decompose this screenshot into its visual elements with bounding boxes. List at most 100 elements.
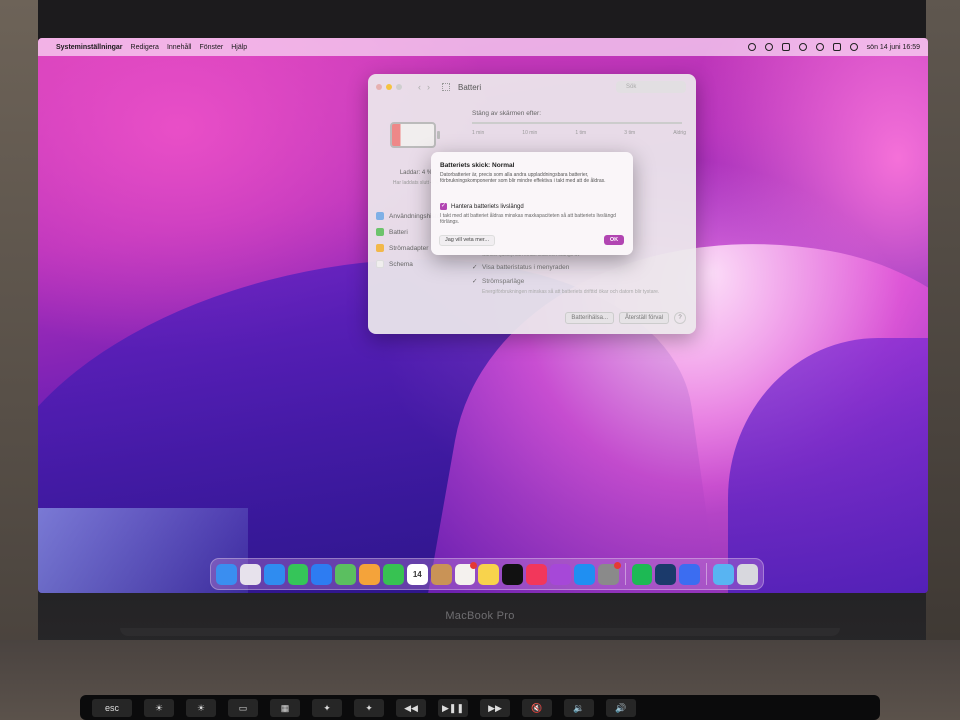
notes-icon[interactable] — [478, 563, 500, 585]
checkmark-icon: ✓ — [472, 264, 478, 271]
mail-icon[interactable] — [311, 563, 333, 585]
dock: 14 — [210, 558, 764, 590]
battery-icon — [376, 228, 384, 236]
help-button[interactable]: ? — [674, 312, 686, 324]
battery-health-button[interactable]: Batterihälsa... — [565, 312, 614, 324]
back-arrow-icon[interactable]: ‹ — [418, 82, 421, 92]
checkbox-checked-icon[interactable]: ✓ — [440, 203, 447, 210]
display-sleep-slider[interactable] — [472, 122, 682, 124]
dock-separator — [706, 563, 708, 585]
wifi-icon[interactable] — [798, 43, 807, 51]
calendar-icon[interactable]: 14 — [406, 563, 428, 585]
sheet-title: Batteriets skick: Normal — [440, 162, 515, 169]
touch-bar-key[interactable]: ◀◀ — [396, 698, 426, 717]
slider-tick: 1 min — [472, 130, 485, 136]
display-sleep-label: Stäng av skärmen efter: — [472, 110, 542, 117]
app-store-icon[interactable] — [573, 563, 595, 585]
manage-battery-longevity-checkbox[interactable]: ✓ Hantera batteriets livslängd — [440, 203, 524, 210]
forward-arrow-icon[interactable]: › — [427, 82, 430, 92]
notification-badge — [613, 561, 621, 569]
nordvpn-icon[interactable] — [679, 563, 701, 585]
checkbox-description: I takt med att batteriet åldras minskas … — [440, 213, 616, 225]
finder-icon[interactable] — [216, 563, 237, 585]
music-icon[interactable] — [526, 563, 548, 585]
restore-defaults-button[interactable]: Återställ förval — [618, 312, 669, 324]
calendar-date-text: 14 — [412, 569, 422, 579]
touch-bar-key[interactable]: ☀ — [144, 698, 174, 717]
slider-tick: 3 tim — [624, 130, 636, 136]
option-label: Visa batteristatus i menyraden — [482, 263, 570, 271]
slider-tick: 10 min — [522, 130, 538, 136]
checkmark-icon: ✓ — [472, 278, 478, 285]
laptop-hinge — [120, 628, 840, 636]
spotify-icon[interactable] — [631, 563, 653, 585]
touch-bar-key[interactable]: ▦ — [270, 698, 300, 717]
window-title: Batteri — [458, 82, 482, 92]
battery-illustration-icon — [390, 122, 440, 148]
minimize-button[interactable] — [386, 84, 392, 90]
zoom-button[interactable] — [396, 84, 402, 90]
calendar-icon — [376, 260, 384, 268]
search-icon[interactable] — [815, 43, 824, 51]
apple-tv-icon[interactable] — [502, 563, 524, 585]
low-power-mode-option[interactable]: ✓ Strömsparläge — [472, 277, 524, 286]
maps-icon[interactable] — [335, 563, 357, 585]
show-all-grid-icon[interactable] — [442, 83, 450, 91]
menu-bar-clock[interactable]: sön 14 juni 16:59 — [867, 44, 920, 51]
battery-icon[interactable] — [781, 43, 790, 51]
facetime-icon[interactable] — [383, 563, 404, 585]
macos-screen: Systeminställningar Redigera Innehåll Fö… — [38, 38, 928, 593]
launchpad-icon[interactable] — [239, 563, 261, 585]
menu-help[interactable]: Hjälp — [231, 44, 247, 51]
sheet-body: Datorbatterier är, precis som alla andra… — [440, 172, 606, 184]
screen-record-icon[interactable] — [747, 43, 756, 51]
chart-icon — [376, 212, 384, 220]
touch-bar-key[interactable]: ▭ — [228, 698, 258, 717]
control-center-icon[interactable] — [832, 43, 841, 51]
sidebar-item-schedule[interactable]: Schema — [376, 256, 447, 272]
checkbox-label: Hantera batteriets livslängd — [451, 203, 524, 210]
touch-bar-key[interactable]: ▶❚❚ — [438, 698, 468, 717]
menu-bar-status-area: sön 14 juni 16:59 — [747, 43, 920, 51]
search-input[interactable]: Sök — [616, 81, 686, 93]
desk-background-left — [0, 0, 38, 640]
learn-more-button[interactable]: Jag vill veta mer... — [439, 235, 496, 246]
slider-ticks: 1 min 10 min 1 tim 3 tim Aldrig — [472, 130, 686, 136]
slider-tick: 1 tim — [575, 130, 587, 136]
option-description: Energiförbrukningen minskas så att batte… — [482, 289, 660, 295]
menu-app-name[interactable]: Systeminställningar — [56, 44, 123, 51]
trash-icon[interactable] — [737, 563, 758, 585]
touch-bar-key[interactable]: 🔉 — [564, 698, 594, 717]
sidebar-item-label: Schema — [389, 260, 413, 268]
podcasts-icon[interactable] — [550, 563, 571, 585]
touch-bar-key[interactable]: 🔇 — [522, 698, 552, 717]
escape-key[interactable]: esc — [92, 698, 132, 717]
ok-button[interactable]: OK — [604, 235, 624, 245]
touch-bar-key[interactable]: ☀ — [186, 698, 216, 717]
menu-edit[interactable]: Redigera — [131, 44, 159, 51]
show-battery-status-option[interactable]: ✓ Visa batteristatus i menyraden — [472, 263, 570, 272]
sidebar-item-label: Batteri — [389, 228, 408, 236]
battery-health-sheet: Batteriets skick: Normal Datorbatterier … — [431, 152, 633, 255]
system-settings-icon[interactable] — [597, 561, 621, 585]
menu-content[interactable]: Innehåll — [167, 44, 192, 51]
touch-bar-key[interactable]: ▶▶ — [480, 698, 510, 717]
messages-icon[interactable] — [287, 563, 309, 585]
notification-badge — [470, 561, 478, 569]
downloads-folder-icon[interactable] — [713, 563, 735, 585]
touch-bar-key[interactable]: ✦ — [312, 698, 342, 717]
touch-bar-key[interactable]: 🔊 — [606, 698, 636, 717]
touch-bar-key[interactable]: ✦ — [354, 698, 384, 717]
photos-icon[interactable] — [359, 563, 381, 585]
menu-window[interactable]: Fönster — [199, 44, 223, 51]
steam-icon[interactable] — [655, 563, 677, 585]
window-titlebar: ‹ › Batteri Sök — [368, 74, 696, 100]
touch-bar: esc ☀ ☀ ▭ ▦ ✦ ✦ ◀◀ ▶❚❚ ▶▶ 🔇 🔉 🔊 — [80, 695, 880, 720]
safari-icon[interactable] — [263, 563, 285, 585]
close-button[interactable] — [376, 84, 382, 90]
reminders-icon[interactable] — [454, 561, 478, 585]
device-brand-label: MacBook Pro — [445, 610, 515, 622]
siri-icon[interactable] — [849, 43, 858, 51]
contacts-icon[interactable] — [430, 563, 452, 585]
focus-icon[interactable] — [764, 43, 773, 51]
